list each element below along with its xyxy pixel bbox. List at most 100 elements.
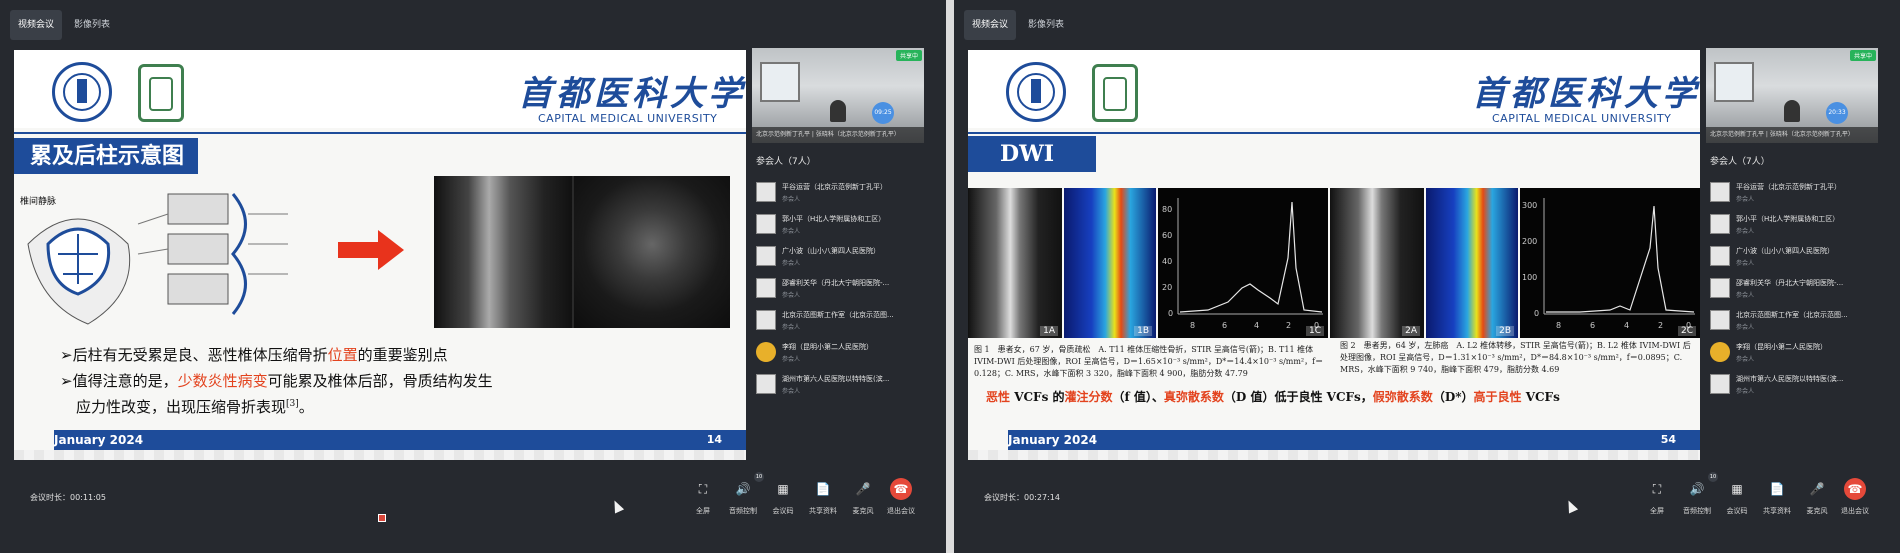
sharing-badge: 共享中: [895, 50, 922, 61]
participant-item[interactable]: 平谷运营（北京示范例新丁孔平） 参会人: [1710, 178, 1892, 206]
leave-meeting-button[interactable]: ☎ 退出会议: [884, 478, 918, 516]
svg-text:4: 4: [1624, 321, 1629, 330]
header-rule: [14, 132, 746, 134]
audio-control-button[interactable]: 🔊 10 音频控制: [726, 472, 764, 516]
participants-title: 参会人（7人）: [756, 157, 816, 167]
participant-item[interactable]: 郭小平（H北人学附属协和工区） 参会人: [756, 210, 938, 238]
person-silhouette: [830, 100, 846, 122]
participant-item[interactable]: 广小波（山小八第四人民医院） 参会人: [756, 242, 938, 270]
stir-image-1a: 1A: [968, 188, 1062, 338]
avatar: [1710, 310, 1730, 330]
avatar: [1710, 278, 1730, 298]
meeting-code-button[interactable]: ▦ 会议码: [766, 478, 800, 516]
fullscreen-button[interactable]: ⛶ 全屏: [1640, 478, 1674, 516]
participant-sidebar: 共享中 20:33 北京示范例新丁孔平 | 张晓科（北京示范例新丁孔平） 参会人…: [1706, 48, 1892, 463]
tab-image-list[interactable]: 影像列表: [1020, 10, 1072, 40]
speaker-icon: 🔊 10: [1689, 472, 1718, 496]
qrcode-icon: ▦: [1731, 482, 1743, 496]
mri-images: [434, 176, 730, 328]
avatar: [1710, 374, 1730, 394]
microphone-button[interactable]: 🎤 麦克风: [1800, 478, 1834, 516]
university-name-zh: 首都医科大学: [1472, 74, 1700, 114]
fullscreen-button[interactable]: ⛶ 全屏: [686, 478, 720, 516]
person-silhouette: [1784, 100, 1800, 122]
page-number: 54: [1660, 433, 1676, 446]
participant-item[interactable]: 邵睿利关华（丹北大宁朝阳医院-... 参会人: [1710, 274, 1892, 302]
leave-meeting-button[interactable]: ☎ 退出会议: [1838, 478, 1872, 516]
slide-footer: January 2024 14: [54, 430, 746, 450]
control-bar: 会议时长：00:27:14 ⛶ 全屏 🔊 10 音频控制 ▦ 会议码 📄 共享资料 🎤 麦克…: [954, 472, 1900, 542]
bullet-1: ➢后柱有无受累是良、恶性椎体压缩骨折位置的重要鉴别点: [60, 346, 448, 364]
share-material-button[interactable]: 📄 共享资料: [806, 478, 840, 516]
microphone-button[interactable]: 🎤 麦克风: [846, 478, 880, 516]
control-bar: 会议时长：00:11:05 ⛶ 全屏 🔊 10 音频控制 ▦ 会议码 📄 共享资料 🎤 麦克…: [0, 472, 946, 542]
mrs-plot-1c: 80 60 40 20 0 8 6 4 2 0 1C: [1158, 188, 1328, 338]
svg-text:6: 6: [1222, 321, 1227, 330]
audio-control-button[interactable]: 🔊 10 音频控制: [1680, 472, 1718, 516]
avatar: [1710, 182, 1730, 202]
svg-text:2: 2: [1286, 321, 1291, 330]
stir-image-2a: 2A: [1330, 188, 1424, 338]
meeting-code-button[interactable]: ▦ 会议码: [1720, 478, 1754, 516]
speaker-icon: 🔊 10: [735, 472, 764, 496]
mrs-spectrum-1: 80 60 40 20 0 8 6 4 2 0: [1162, 198, 1323, 330]
figure-caption-2: 图 2 患者男，64 岁，左肺癌 A. L2 椎体转移，STIR 呈高信号(箭)…: [1340, 341, 1691, 374]
meeting-duration: 会议时长：00:11:05: [30, 493, 106, 502]
participant-item[interactable]: 湖州市第六人民医院以特特医(滨... 参会人: [1710, 370, 1892, 398]
share-material-button[interactable]: 📄 共享资料: [1760, 478, 1794, 516]
shared-slide: 首都医科大学 CAPITAL MEDICAL UNIVERSITY 累及后柱示意…: [14, 50, 746, 460]
footer-date: January 2024: [54, 433, 144, 447]
slide-title: 累及后柱示意图: [14, 138, 199, 174]
participant-item[interactable]: 湖州市第六人民医院以特特医(滨... 参会人: [756, 370, 938, 398]
video-thumbnail[interactable]: 共享中 20:33 北京示范例新丁孔平 | 张晓科（北京示范例新丁孔平）: [1706, 48, 1878, 143]
ivim-map-1b: 1B: [1064, 188, 1156, 338]
participants-title: 参会人（7人）: [1710, 157, 1770, 167]
video-thumbnail[interactable]: 共享中 09:25 北京示范例新丁孔平 | 张晓科（北京示范例新丁孔平）: [752, 48, 924, 143]
avatar: [1710, 246, 1730, 266]
spine-anatomy-diagram: 椎间静脉: [18, 184, 318, 334]
participant-item[interactable]: 郭小平（H北人学附属协和工区） 参会人: [1710, 210, 1892, 238]
svg-text:8: 8: [1556, 321, 1561, 330]
avatar: [756, 278, 776, 298]
svg-text:40: 40: [1162, 257, 1172, 266]
tab-image-list[interactable]: 影像列表: [66, 10, 118, 40]
meeting-window-left: 视频会议 影像列表 首都医科大学 CAPITAL MEDICAL UNIVERS…: [0, 0, 946, 553]
participant-item[interactable]: 广小波（山小八第四人民医院） 参会人: [1710, 242, 1892, 270]
participant-item[interactable]: 李翔（昆明小第二人民医院） 参会人: [756, 338, 938, 366]
tab-video-meeting[interactable]: 视频会议: [10, 10, 63, 40]
footer-date: January 2024: [1008, 433, 1098, 447]
tab-video-meeting[interactable]: 视频会议: [964, 10, 1017, 40]
avatar: [756, 342, 776, 362]
participant-sidebar: 共享中 09:25 北京示范例新丁孔平 | 张晓科（北京示范例新丁孔平） 参会人…: [752, 48, 938, 463]
participant-item[interactable]: 北京示范图斯工作室（北京示范图... 参会人: [756, 306, 938, 334]
audio-badge: 10: [1708, 472, 1718, 482]
figure-caption-1: 图 1 患者女，67 岁，骨质疏松 A. T11 椎体压缩性骨折，STIR 呈高…: [974, 345, 1324, 378]
tab-bar: 视频会议 影像列表: [10, 10, 118, 40]
svg-text:100: 100: [1522, 273, 1537, 282]
shared-slide: 首都医科大学 CAPITAL MEDICAL UNIVERSITY DWI 1A…: [968, 50, 1700, 460]
hangup-icon: ☎: [890, 478, 912, 500]
qrcode-icon: ▦: [777, 482, 789, 496]
slide-title: DWI: [968, 136, 1097, 172]
university-name-en: CAPITAL MEDICAL UNIVERSITY: [538, 112, 718, 125]
avatar: [1710, 214, 1730, 234]
svg-text:20: 20: [1162, 283, 1172, 292]
participant-item[interactable]: 平谷运营（北京示范例新丁孔平） 参会人: [756, 178, 938, 206]
tab-bar: 视频会议 影像列表: [964, 10, 1072, 40]
mrs-spectrum-2: 300 200 100 0 8 6 4 2 0: [1522, 198, 1695, 330]
hospital-logo: [138, 64, 184, 122]
mrs-plot-2c: 300 200 100 0 8 6 4 2 0 2C: [1520, 188, 1700, 338]
header-rule: [968, 132, 1700, 134]
summary-line: 恶性 VCFs 的灌注分数（f 值）、真弥散系数（D 值）低于良性 VCFs，假…: [986, 390, 1560, 404]
avatar: [756, 310, 776, 330]
avatar: [756, 182, 776, 202]
participant-item[interactable]: 北京示范图斯工作室（北京示范图... 参会人: [1710, 306, 1892, 334]
university-seal-logo: [52, 62, 112, 122]
document-icon: 📄: [815, 482, 831, 496]
participant-item[interactable]: 李翔（昆明小第二人民医院） 参会人: [1710, 338, 1892, 366]
meeting-window-right: 视频会议 影像列表 首都医科大学 CAPITAL MEDICAL UNIVERS…: [954, 0, 1900, 553]
sharing-badge: 共享中: [1849, 50, 1876, 61]
university-seal-logo: [1006, 62, 1066, 122]
participant-item[interactable]: 邵睿利关华（丹北大宁朝阳医院-... 参会人: [756, 274, 938, 302]
footer-stripe: [14, 450, 746, 460]
